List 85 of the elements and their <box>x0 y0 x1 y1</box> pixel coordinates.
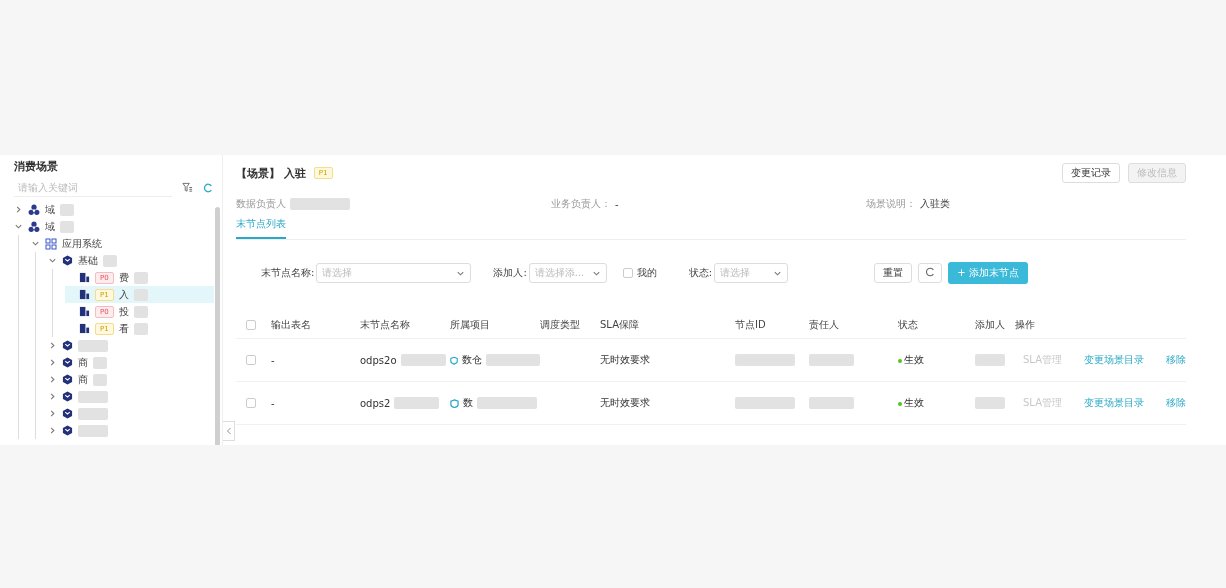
tri-circle-icon <box>28 220 40 233</box>
table-cell: odps2 <box>360 397 391 409</box>
cube-icon <box>62 340 73 351</box>
header-button[interactable]: 变更记录 <box>1062 163 1120 183</box>
column-header: 节点ID <box>735 318 766 332</box>
info-value: - <box>615 198 619 210</box>
tree-item[interactable]: 域 <box>14 201 214 218</box>
info-label: 场景说明： <box>866 197 916 211</box>
tree-item-label: 域 <box>45 202 55 217</box>
tree-item-label: 看 <box>118 321 129 336</box>
status-text: 生效 <box>898 396 924 410</box>
chevron-icon[interactable] <box>48 392 57 401</box>
column-header: 责任人 <box>809 318 839 332</box>
filter-label: 添加人: <box>493 266 527 280</box>
reset-button[interactable]: 重置 <box>874 263 913 283</box>
table-icon <box>79 272 90 283</box>
filter-label: 末节点名称: <box>261 266 315 280</box>
table-icon <box>79 289 90 300</box>
tree-item-label: 应用系统 <box>62 236 102 251</box>
tree-item-label: 域 <box>45 219 55 234</box>
cube-icon <box>62 374 73 385</box>
status-text: 生效 <box>898 353 924 367</box>
checkbox[interactable] <box>622 268 633 278</box>
page-title: 【场景】 入驻 <box>236 165 306 181</box>
tree-item[interactable]: 应用系统 <box>31 235 214 252</box>
info-label: 业务负责人： <box>551 197 611 211</box>
info-label: 数据负责人 <box>236 197 286 211</box>
table-icon <box>79 306 90 317</box>
chevron-icon[interactable] <box>48 358 57 367</box>
cube-icon <box>62 255 73 266</box>
table-cell: 无时效要求 <box>600 353 650 367</box>
tree-item-label: 基础 <box>78 253 98 268</box>
column-header: 调度类型 <box>540 318 580 332</box>
tree-item-label: 费 <box>118 270 129 285</box>
checkbox-label: 我的 <box>636 266 657 280</box>
column-header: 输出表名 <box>271 318 311 332</box>
refresh-icon[interactable] <box>203 182 213 193</box>
refresh-icon <box>925 267 936 277</box>
sidebar-title: 消费场景 <box>14 159 59 174</box>
scrollbar[interactable] <box>215 207 220 445</box>
table-cell: - <box>271 397 275 409</box>
chevron-icon[interactable] <box>48 341 57 350</box>
column-header: 所属项目 <box>450 318 490 332</box>
chevron-icon[interactable] <box>48 426 57 435</box>
filter-label: 状态: <box>688 266 713 280</box>
chevron-icon[interactable] <box>31 239 40 248</box>
chevron-icon[interactable] <box>48 256 57 265</box>
shield-icon <box>450 398 459 408</box>
column-header: 操作 <box>1015 318 1035 332</box>
chevron-icon[interactable] <box>48 409 57 418</box>
checkbox[interactable] <box>246 355 256 365</box>
info-value: 入驻类 <box>920 197 950 211</box>
tree-item[interactable]: 商 <box>48 371 214 388</box>
table-cell: 数 <box>463 396 473 410</box>
column-header: 末节点名称 <box>360 318 410 332</box>
tree-item[interactable]: 域 <box>14 218 214 235</box>
table-icon <box>79 323 90 334</box>
chevron-icon[interactable] <box>14 205 23 214</box>
tree-item-label: 商 <box>78 355 88 370</box>
tree-item-label: 投 <box>118 304 129 319</box>
tree-item-label: 入 <box>118 287 129 302</box>
checkbox[interactable] <box>246 320 256 330</box>
tree-item-label: 商 <box>78 372 88 387</box>
shield-icon <box>450 355 459 365</box>
cube-icon <box>62 425 73 436</box>
grid-icon <box>45 237 57 250</box>
refresh-button[interactable] <box>918 263 943 283</box>
tri-circle-icon <box>28 203 40 216</box>
chevron-left-icon <box>225 427 232 435</box>
chevron-icon[interactable] <box>14 222 23 231</box>
chevron-icon[interactable] <box>48 375 57 384</box>
cube-icon <box>62 357 73 368</box>
tree-item[interactable]: 商 <box>48 354 214 371</box>
table-cell: 数仓 <box>462 353 483 367</box>
table-cell: - <box>271 354 275 366</box>
table-cell: 无时效要求 <box>600 396 650 410</box>
cube-icon <box>62 391 73 402</box>
table-cell: odps2o <box>360 354 397 366</box>
column-header: 状态 <box>898 318 918 332</box>
cube-icon <box>62 408 73 419</box>
column-header: SLA保障 <box>600 318 639 332</box>
filter-icon[interactable] <box>182 182 193 193</box>
tree-item[interactable]: 基础 <box>48 252 214 269</box>
column-header: 添加人 <box>975 318 1005 332</box>
checkbox[interactable] <box>246 398 256 408</box>
